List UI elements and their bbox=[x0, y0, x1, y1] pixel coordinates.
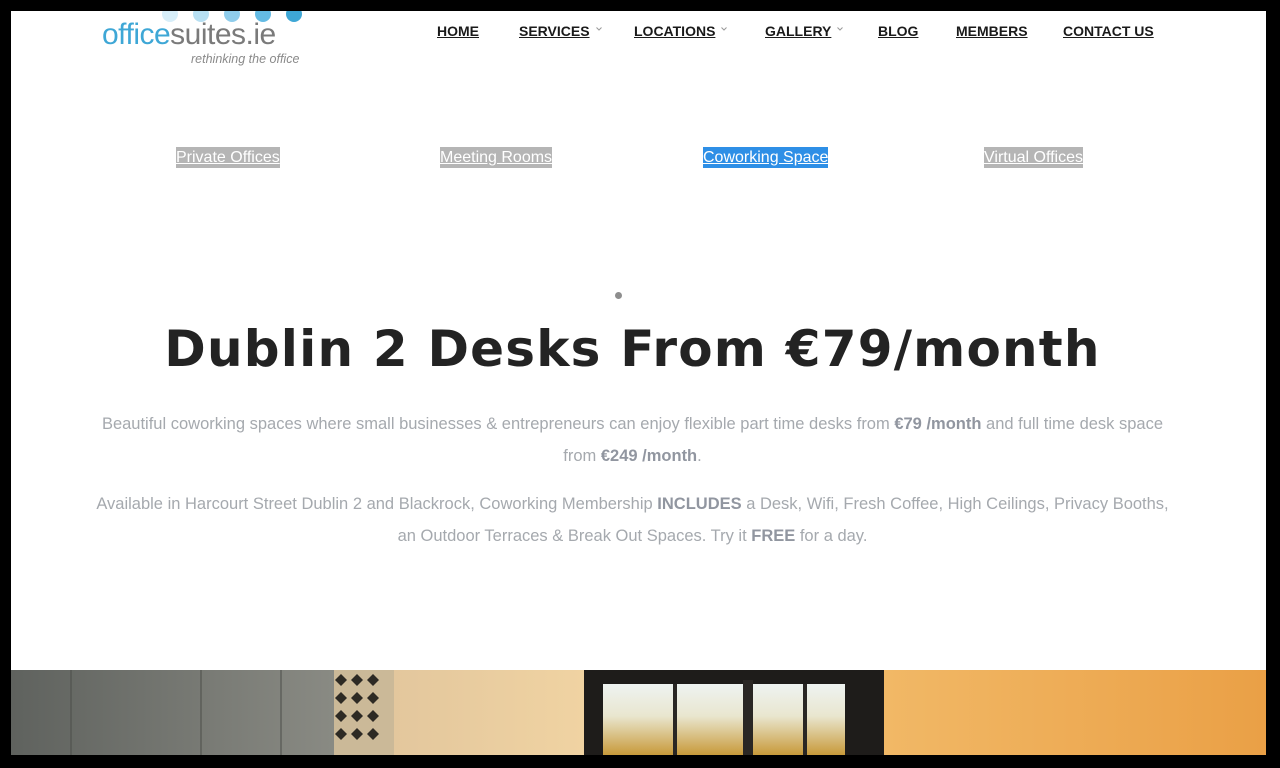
para2-text-1: Available in Harcourt Street Dublin 2 an… bbox=[96, 495, 658, 513]
logo-tagline: rethinking the office bbox=[191, 52, 300, 66]
nav-members[interactable]: MEMBERS bbox=[956, 21, 1028, 41]
nav-home[interactable]: HOME bbox=[437, 21, 479, 41]
tab-meeting-rooms[interactable]: Meeting Rooms bbox=[440, 147, 553, 168]
chevron-down-icon bbox=[595, 27, 602, 32]
tab-private-offices[interactable]: Private Offices bbox=[176, 147, 280, 168]
page-viewport: officesuites.ie rethinking the office HO… bbox=[11, 11, 1266, 755]
nav-services[interactable]: SERVICES bbox=[519, 21, 602, 41]
nav-services-label: SERVICES bbox=[519, 23, 590, 39]
nav-members-label: MEMBERS bbox=[956, 23, 1028, 39]
page-headline: Dublin 2 Desks From €79/month bbox=[164, 320, 1101, 378]
nav-contact-us[interactable]: CONTACT US bbox=[1063, 21, 1154, 41]
para1-price-part-time: €79 /month bbox=[894, 415, 982, 433]
para1-text-1: Beautiful coworking spaces where small b… bbox=[101, 415, 895, 433]
hero-paragraph-amenities: Available in Harcourt Street Dublin 2 an… bbox=[91, 488, 1174, 552]
nav-blog[interactable]: BLOG bbox=[878, 21, 918, 41]
main-nav: HOME SERVICES LOCATIONS GALLERY BLOG MEM… bbox=[11, 21, 1266, 43]
chevron-down-icon bbox=[837, 27, 844, 32]
chevron-down-icon bbox=[721, 27, 728, 32]
nav-blog-label: BLOG bbox=[878, 23, 919, 39]
nav-gallery[interactable]: GALLERY bbox=[765, 21, 844, 41]
carousel-dot-icon[interactable] bbox=[615, 292, 622, 299]
para2-free: FREE bbox=[751, 527, 796, 545]
nav-contact-label: CONTACT US bbox=[1063, 23, 1154, 39]
nav-home-label: HOME bbox=[437, 23, 479, 39]
para1-price-full-time: €249 /month bbox=[600, 447, 698, 465]
coworking-photo bbox=[11, 670, 1266, 755]
para2-includes: INCLUDES bbox=[657, 495, 742, 513]
nav-locations[interactable]: LOCATIONS bbox=[634, 21, 728, 41]
tab-virtual-offices[interactable]: Virtual Offices bbox=[984, 147, 1084, 168]
tab-coworking-space[interactable]: Coworking Space bbox=[703, 147, 829, 168]
coworking-photo-image bbox=[11, 670, 1266, 755]
hero-paragraph-pricing: Beautiful coworking spaces where small b… bbox=[91, 408, 1174, 472]
para1-text-3: . bbox=[697, 447, 702, 465]
para2-text-3: for a day. bbox=[795, 527, 868, 545]
logo-dots-icon bbox=[162, 11, 302, 22]
nav-gallery-label: GALLERY bbox=[765, 23, 832, 39]
nav-locations-label: LOCATIONS bbox=[634, 23, 716, 39]
